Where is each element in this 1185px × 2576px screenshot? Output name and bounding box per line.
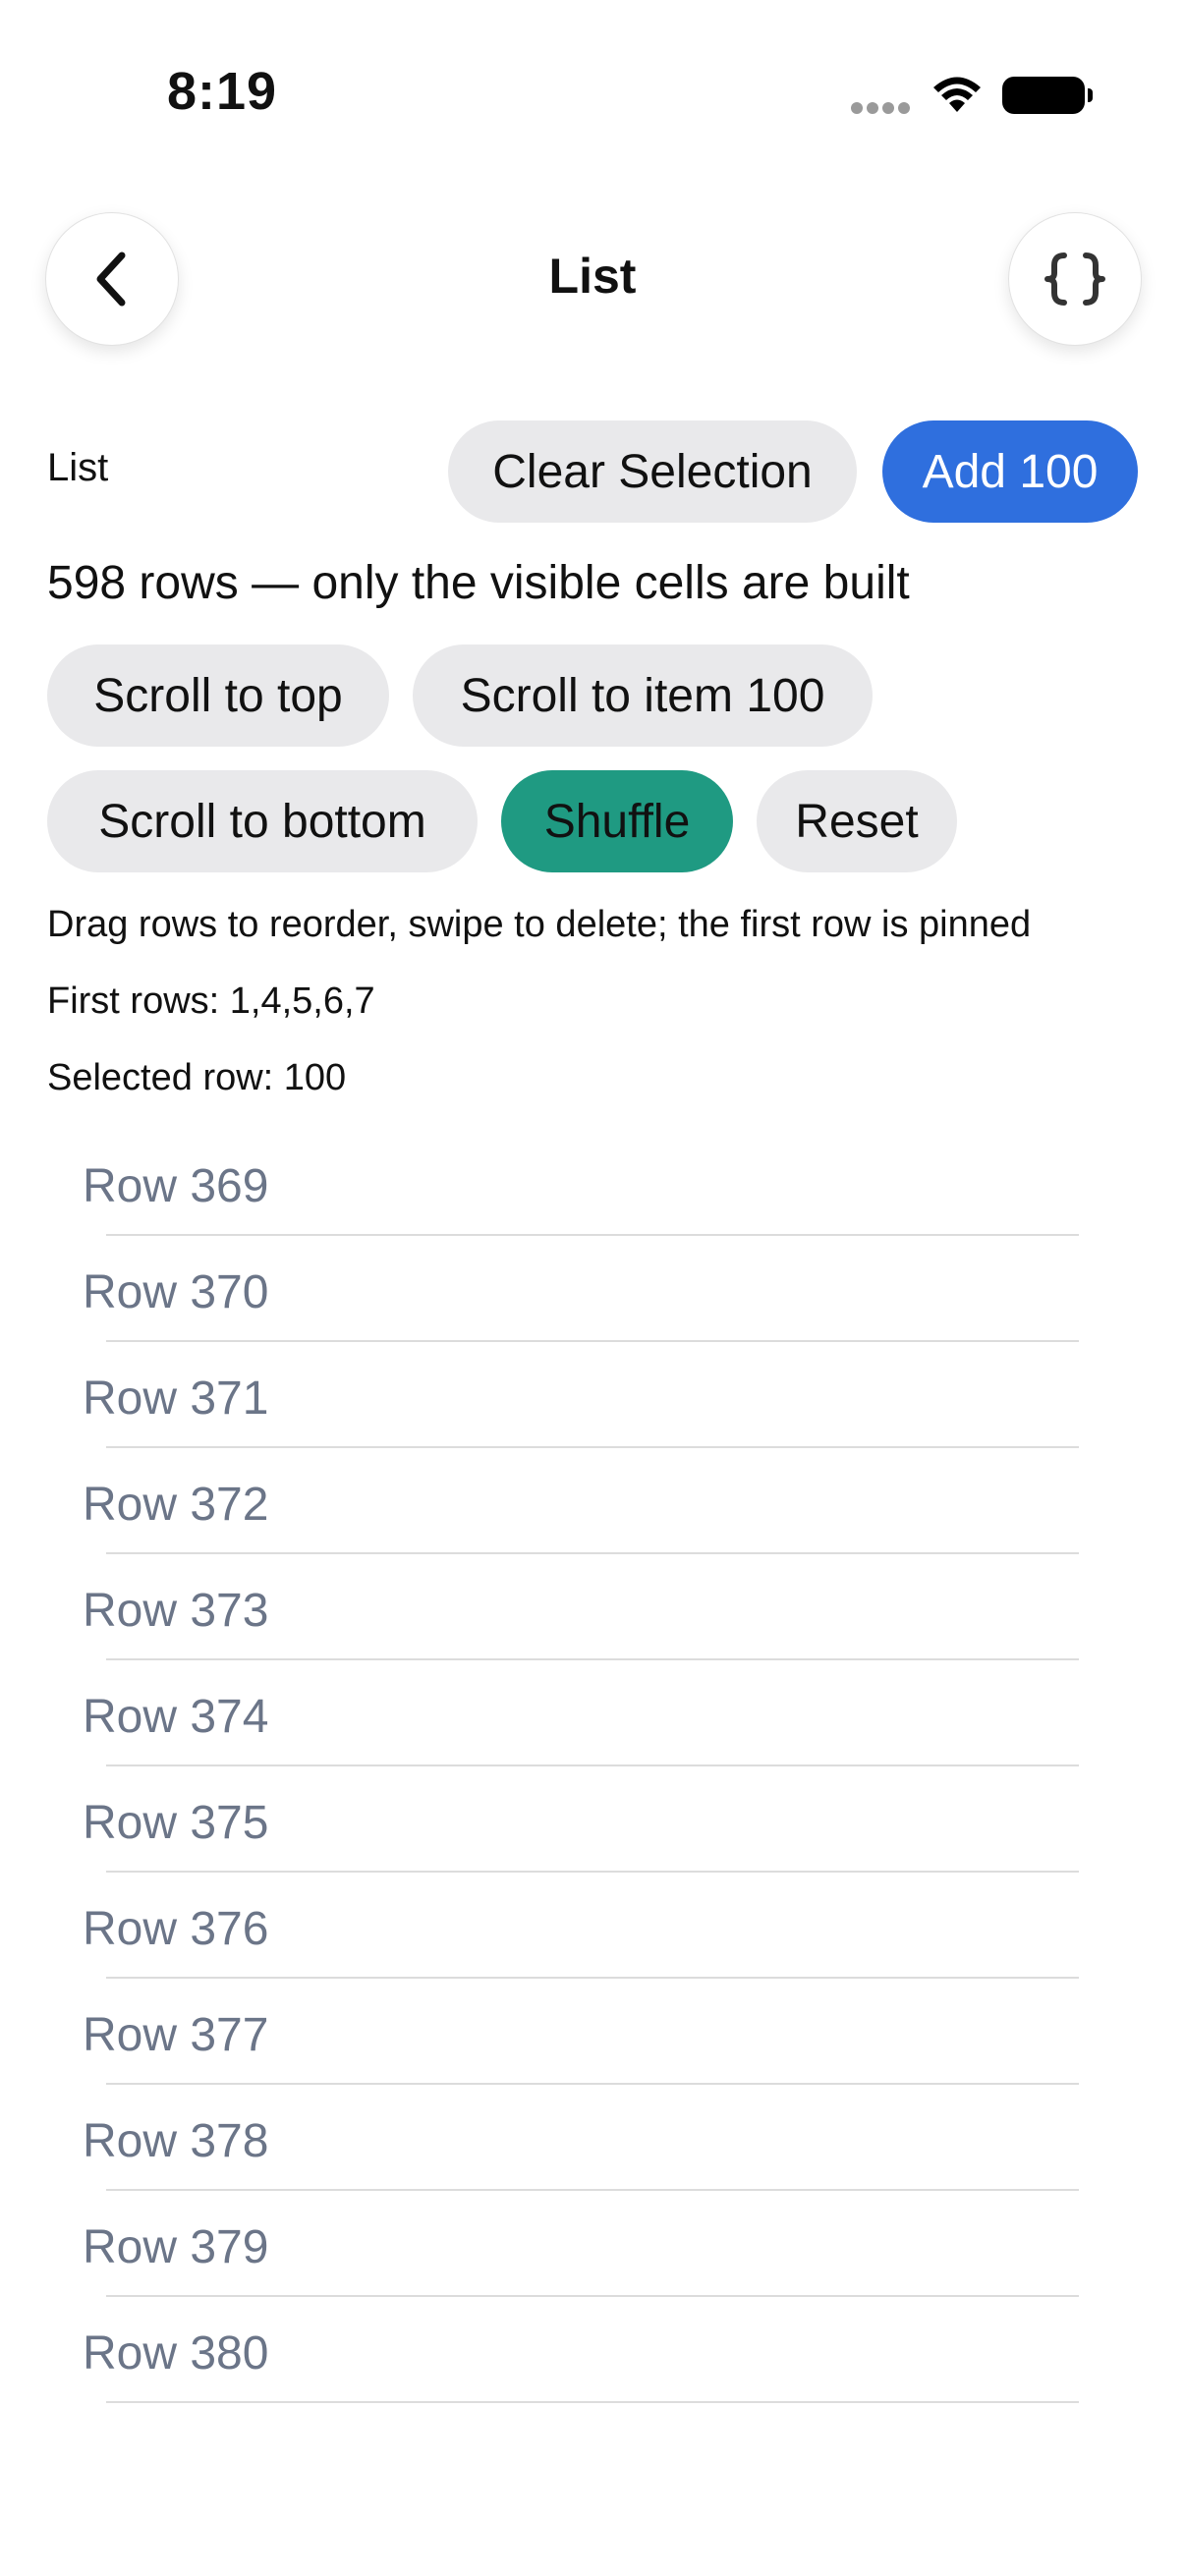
list-item[interactable]: Row 378 (0, 2085, 1185, 2191)
battery-icon (1002, 77, 1093, 114)
list-item-label: Row 373 (83, 1585, 269, 1637)
scroll-to-top-button[interactable]: Scroll to top (47, 644, 389, 747)
status-time: 8:19 (167, 62, 278, 121)
list-item[interactable]: Row 373 (0, 1554, 1185, 1660)
add-100-button[interactable]: Add 100 (882, 420, 1138, 523)
list-item-label: Row 376 (83, 1903, 269, 1955)
list-item[interactable]: Row 380 (0, 2297, 1185, 2403)
cellular-signal-icon (851, 102, 912, 116)
list-item[interactable]: Row 371 (0, 1342, 1185, 1448)
list-item[interactable]: Row 377 (0, 1979, 1185, 2085)
list-item[interactable]: Row 369 (0, 1130, 1185, 1236)
list-item-label: Row 379 (83, 2221, 269, 2273)
selected-row-text: Selected row: 100 (47, 1057, 347, 1098)
list-item-label: Row 372 (83, 1479, 269, 1531)
list-item-label: Row 369 (83, 1160, 269, 1212)
list-item[interactable]: Row 375 (0, 1766, 1185, 1873)
list-item[interactable]: Row 370 (0, 1236, 1185, 1342)
list-item-label: Row 371 (83, 1372, 269, 1425)
section-label: List (47, 446, 109, 489)
shuffle-button[interactable]: Shuffle (501, 770, 733, 872)
curly-braces-icon (1044, 252, 1105, 306)
wifi-icon (933, 77, 981, 112)
list-item-label: Row 377 (83, 2009, 269, 2061)
reset-button[interactable]: Reset (757, 770, 957, 872)
list-item[interactable]: Row 374 (0, 1660, 1185, 1766)
first-rows-text: First rows: 1,4,5,6,7 (47, 980, 375, 1022)
list-item-label: Row 375 (83, 1797, 269, 1849)
list-item[interactable]: Row 372 (0, 1448, 1185, 1554)
instructions-text: Drag rows to reorder, swipe to delete; t… (47, 904, 1032, 945)
row-separator (106, 2401, 1079, 2403)
list-item[interactable]: Row 379 (0, 2191, 1185, 2297)
list-item[interactable]: Row 376 (0, 1873, 1185, 1979)
clear-selection-button[interactable]: Clear Selection (448, 420, 857, 523)
rows-info-text: 598 rows — only the visible cells are bu… (47, 557, 910, 609)
code-button[interactable] (1008, 212, 1142, 346)
list-item-label: Row 370 (83, 1266, 269, 1318)
list-item-label: Row 378 (83, 2115, 269, 2167)
scroll-to-item-button[interactable]: Scroll to item 100 (413, 644, 873, 747)
row-list[interactable]: Row 369 Row 370 Row 371 Row 372 Row 373 Row 3… (0, 1130, 1185, 2403)
scroll-to-bottom-button[interactable]: Scroll to bottom (47, 770, 478, 872)
status-bar: 8:19 (0, 0, 1185, 196)
list-item-label: Row 374 (83, 1691, 269, 1743)
list-item-label: Row 380 (83, 2327, 269, 2380)
